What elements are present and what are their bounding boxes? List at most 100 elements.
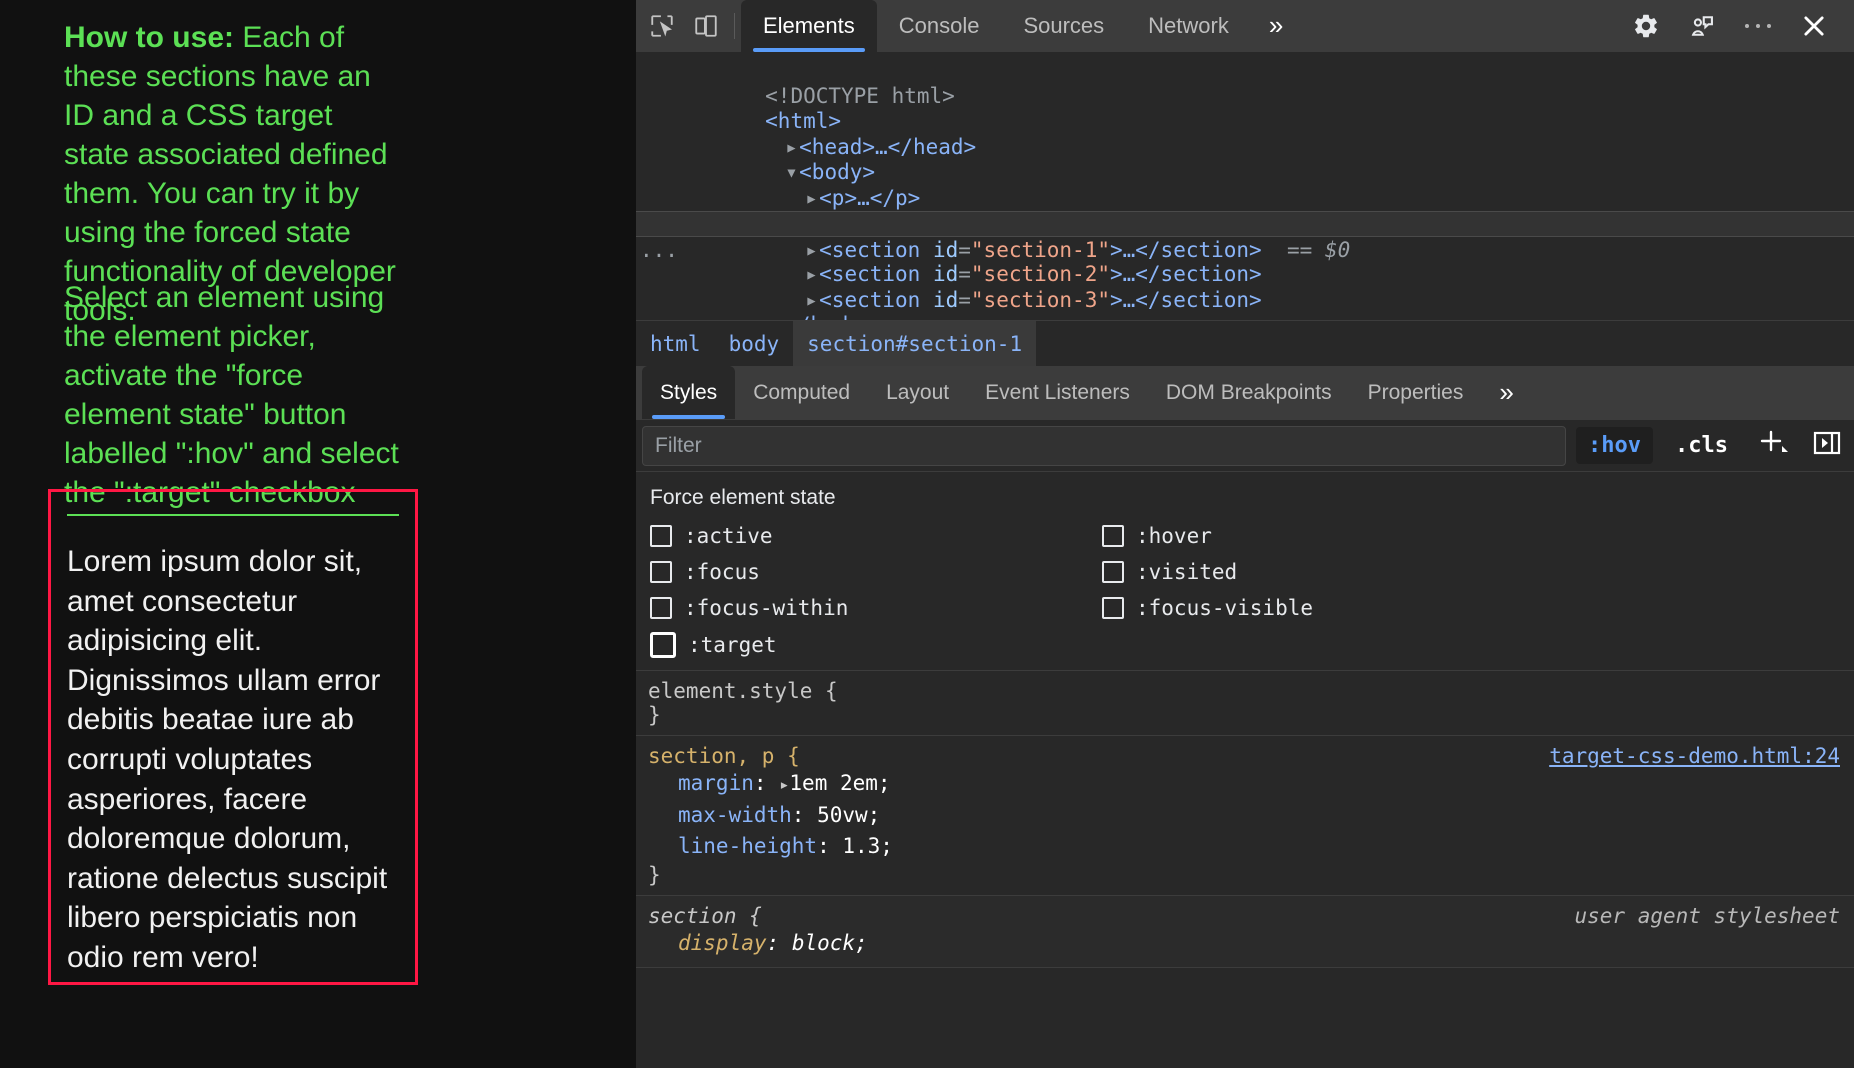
- value-line-height: 1.3;: [842, 834, 893, 858]
- rule-section-p[interactable]: section, p { target-css-demo.html:24 mar…: [636, 736, 1854, 896]
- checkbox-hover[interactable]: [1102, 525, 1124, 547]
- checkbox-active[interactable]: [650, 525, 672, 547]
- feedback-icon[interactable]: [1680, 6, 1724, 46]
- line-height-colon: :: [817, 834, 842, 858]
- dom-row-body[interactable]: ▾<body>: [636, 135, 1854, 161]
- checkbox-focus-within[interactable]: [650, 597, 672, 619]
- element-style-selector-text: element.style {: [648, 679, 838, 703]
- intro-bold-lead: How to use:: [64, 21, 234, 54]
- section-lorem-text: Lorem ipsum dolor sit, amet consectetur …: [51, 516, 415, 982]
- label-visited: :visited: [1136, 560, 1237, 584]
- force-state-focus-within[interactable]: :focus-within: [650, 596, 1102, 620]
- breadcrumb-item-body[interactable]: body: [715, 321, 794, 367]
- dom-row-p-1[interactable]: ▸<p>…</p>: [636, 160, 1854, 186]
- dom-row-section-1[interactable]: ...▸<section id="section-1">…</section> …: [636, 211, 1854, 237]
- force-state-focus-visible[interactable]: :focus-visible: [1102, 596, 1854, 620]
- dom-tree[interactable]: <!DOCTYPE html> <html> ▸<head>…</head> ▾…: [636, 52, 1854, 320]
- more-options-icon[interactable]: [1736, 6, 1780, 46]
- breadcrumb-item-section-1[interactable]: section#section-1: [793, 321, 1036, 367]
- stylesheet-source-link[interactable]: target-css-demo.html:24: [1549, 744, 1840, 768]
- dom-row-html[interactable]: <html>: [636, 84, 1854, 110]
- tab-dom-breakpoints[interactable]: DOM Breakpoints: [1148, 366, 1350, 419]
- user-agent-selector: section {: [648, 904, 762, 928]
- close-icon[interactable]: [1792, 6, 1836, 46]
- tab-layout[interactable]: Layout: [868, 366, 967, 419]
- devtools-panel: Elements Console Sources Network »: [636, 0, 1854, 1068]
- device-toolbar-icon[interactable]: [684, 6, 728, 46]
- styles-filter-input[interactable]: [642, 426, 1566, 466]
- force-element-state-title: Force element state: [636, 486, 1854, 524]
- force-state-toggle-button[interactable]: :hov: [1576, 427, 1653, 464]
- web-page-viewport: How to use: Each of these sections have …: [0, 0, 636, 1068]
- dom-row-p-2[interactable]: ▸<p>…</p>: [636, 186, 1854, 212]
- add-style-rule-icon[interactable]: [1750, 424, 1796, 468]
- display-colon: :: [767, 931, 792, 955]
- toolbar-divider: [734, 13, 735, 39]
- force-state-active[interactable]: :active: [650, 524, 1102, 548]
- tab-computed[interactable]: Computed: [735, 366, 868, 419]
- force-state-target[interactable]: :target: [650, 632, 1102, 658]
- checkbox-visited[interactable]: [1102, 561, 1124, 583]
- dom-row-head[interactable]: ▸<head>…</head>: [636, 109, 1854, 135]
- declaration-line-height[interactable]: line-height: 1.3;: [648, 831, 1854, 863]
- target-section-1: Lorem ipsum dolor sit, amet consectetur …: [48, 489, 418, 985]
- tab-network[interactable]: Network: [1126, 0, 1251, 52]
- element-classes-button[interactable]: .cls: [1663, 427, 1740, 464]
- declaration-display[interactable]: display: block;: [648, 928, 1854, 960]
- panel-tab-list: Elements Console Sources Network: [741, 0, 1251, 52]
- tab-elements[interactable]: Elements: [741, 0, 877, 52]
- css-rules-pane[interactable]: element.style { } section, p { target-cs…: [636, 671, 1854, 1068]
- value-margin: 1em 2em;: [789, 771, 890, 795]
- property-display: display: [678, 931, 767, 955]
- element-picker-icon[interactable]: [640, 6, 684, 46]
- dom-row-body-close[interactable]: </body>: [636, 288, 1854, 314]
- tab-styles[interactable]: Styles: [642, 366, 735, 419]
- section-p-close-brace: }: [648, 863, 1854, 887]
- label-focus-within: :focus-within: [684, 596, 848, 620]
- label-focus: :focus: [684, 560, 760, 584]
- more-panels-icon[interactable]: »: [1251, 10, 1298, 41]
- dom-row-doctype[interactable]: <!DOCTYPE html>: [636, 58, 1854, 84]
- rule-section-user-agent[interactable]: section { user agent stylesheet display:…: [636, 896, 1854, 969]
- devtools-toolbar: Elements Console Sources Network »: [636, 0, 1854, 52]
- property-margin: margin: [678, 771, 754, 795]
- toolbar-actions: [1624, 6, 1844, 46]
- declaration-max-width[interactable]: max-width: 50vw;: [648, 800, 1854, 832]
- instructions-paragraph: Select an element using the element pick…: [64, 278, 404, 512]
- styles-sidebar-tabs: Styles Computed Layout Event Listeners D…: [636, 366, 1854, 420]
- checkbox-focus-visible[interactable]: [1102, 597, 1124, 619]
- styles-filter-row: :hov .cls: [636, 420, 1854, 472]
- breadcrumb-item-html[interactable]: html: [636, 321, 715, 367]
- more-sidebar-tabs-icon[interactable]: »: [1481, 366, 1528, 419]
- tab-properties[interactable]: Properties: [1350, 366, 1482, 419]
- label-focus-visible: :focus-visible: [1136, 596, 1313, 620]
- value-display: block;: [792, 931, 868, 955]
- element-style-close-brace: }: [648, 703, 1854, 727]
- tab-sources[interactable]: Sources: [1001, 0, 1126, 52]
- force-state-focus[interactable]: :focus: [650, 560, 1102, 584]
- label-hover: :hover: [1136, 524, 1212, 548]
- rule-element-style[interactable]: element.style { }: [636, 671, 1854, 736]
- force-state-grid: :active :hover :focus :visited :focus-wi…: [636, 524, 1854, 658]
- property-max-width: max-width: [678, 803, 792, 827]
- dom-row-section-2[interactable]: ▸<section id="section-2">…</section>: [636, 237, 1854, 263]
- margin-colon: :: [754, 771, 779, 795]
- force-state-hover[interactable]: :hover: [1102, 524, 1854, 548]
- checkbox-target[interactable]: [650, 632, 676, 658]
- checkbox-focus[interactable]: [650, 561, 672, 583]
- expand-triangle-margin[interactable]: ▸: [779, 775, 789, 795]
- property-line-height: line-height: [678, 834, 817, 858]
- tab-event-listeners[interactable]: Event Listeners: [967, 366, 1148, 419]
- label-target: :target: [688, 633, 777, 657]
- force-element-state-section: Force element state :active :hover :focu…: [636, 472, 1854, 671]
- screen: How to use: Each of these sections have …: [0, 0, 1854, 1068]
- computed-sidebar-toggle-icon[interactable]: [1806, 425, 1848, 467]
- max-width-colon: :: [792, 803, 817, 827]
- dom-row-section-3[interactable]: ▸<section id="section-3">…</section>: [636, 262, 1854, 288]
- section-p-selector: section, p {: [648, 744, 800, 768]
- declaration-margin[interactable]: margin: ▸1em 2em;: [648, 768, 1854, 800]
- tab-console[interactable]: Console: [877, 0, 1002, 52]
- gear-icon[interactable]: [1624, 6, 1668, 46]
- dom-row-html-close[interactable]: </html>: [636, 313, 1854, 320]
- force-state-visited[interactable]: :visited: [1102, 560, 1854, 584]
